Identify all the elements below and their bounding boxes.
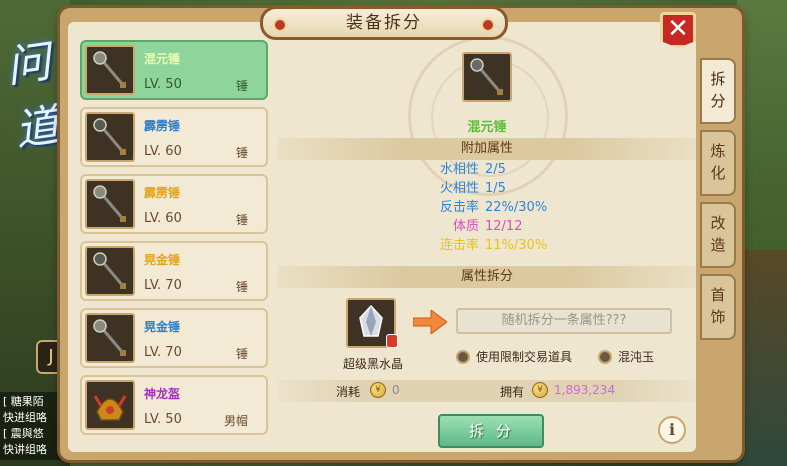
attribute-row: 火相性 1/5 — [278, 179, 696, 198]
cost-label: 消耗 — [336, 385, 361, 399]
hammer-icon — [470, 58, 503, 95]
coin-icon: ¥ — [532, 382, 548, 398]
item-thumbnail — [85, 45, 135, 95]
list-item[interactable]: 混元锤 LV. 50 锤 — [80, 40, 268, 100]
attribute-label: 水相性 — [439, 162, 479, 177]
attr-header: 附加属性 — [278, 138, 696, 160]
chat-line: [ 震與悠 — [3, 427, 44, 440]
side-tabs: 拆分 炼化 改造 首饰 — [700, 58, 738, 346]
attribute-row: 反击率 22%/30% — [278, 198, 696, 217]
game-characters — [737, 250, 787, 466]
item-kind: 锤 — [235, 280, 248, 294]
tab-2[interactable]: 改造 — [700, 202, 736, 268]
own-value: 1,893,234 — [554, 383, 616, 397]
item-thumbnail — [85, 179, 135, 229]
close-button[interactable]: ✕ — [660, 12, 696, 48]
coin-icon: ¥ — [370, 382, 386, 398]
attribute-value: 11%/30% — [485, 238, 548, 253]
material-name: 超级黑水晶 — [342, 357, 403, 371]
helmet-icon — [93, 395, 127, 421]
radio-icon — [598, 349, 612, 364]
attribute-value: 22%/30% — [485, 200, 548, 215]
attribute-list: 水相性 2/5 火相性 1/5 反击率 22%/30% 体质 12/12 连击率 11%/30% — [278, 160, 696, 255]
equip-thumbnail — [462, 52, 512, 102]
radio-icon — [456, 349, 470, 364]
weapon-icon — [93, 51, 126, 88]
bind-lock-icon — [386, 334, 398, 348]
weapon-icon — [93, 118, 126, 155]
tab-label: 首饰 — [710, 286, 726, 326]
chat-line: [ 糖果陌 — [3, 395, 44, 408]
item-level: LV. 70 — [144, 278, 182, 293]
weapon-icon — [93, 185, 126, 222]
item-name: 神龙盔 — [144, 387, 181, 401]
weapon-icon — [93, 252, 126, 289]
split-header: 属性拆分 — [278, 266, 696, 288]
item-level: LV. 50 — [144, 412, 182, 427]
attribute-label: 连击率 — [439, 238, 479, 253]
tab-1[interactable]: 炼化 — [700, 130, 736, 196]
item-level: LV. 70 — [144, 345, 182, 360]
item-kind: 锤 — [235, 146, 248, 160]
own-label: 拥有 — [500, 385, 525, 399]
info-button[interactable]: i — [658, 416, 686, 444]
weapon-icon — [93, 319, 126, 356]
attribute-value: 1/5 — [485, 181, 506, 196]
chat-line: 快讲组咯 — [3, 443, 47, 456]
attribute-row: 体质 12/12 — [278, 217, 696, 236]
item-name: 晃金锤 — [144, 320, 181, 334]
tab-3[interactable]: 首饰 — [700, 274, 736, 340]
list-item[interactable]: 晃金锤 LV. 70 锤 — [80, 241, 268, 301]
tab-label: 拆分 — [710, 70, 726, 110]
attribute-label: 反击率 — [439, 200, 479, 215]
option-trade-items[interactable]: 使用限制交易道具 — [456, 348, 572, 365]
list-item[interactable]: 晃金锤 LV. 70 锤 — [80, 308, 268, 368]
attribute-row: 水相性 2/5 — [278, 160, 696, 179]
equip-name: 混元锤 — [467, 120, 507, 135]
option-trade-label: 使用限制交易道具 — [476, 350, 573, 364]
item-kind: 男帽 — [223, 414, 248, 428]
list-item[interactable]: 霹雳锤 LV. 60 锤 — [80, 107, 268, 167]
equipment-list[interactable]: 混元锤 LV. 50 锤霹雳锤 LV. 60 锤霹雳锤 LV. 60 锤晃金锤 LV. 70 锤… — [80, 40, 270, 450]
arrow-right-icon — [413, 310, 447, 334]
attribute-value: 12/12 — [485, 219, 523, 234]
item-name: 霹雳锤 — [144, 119, 181, 133]
attribute-label: 火相性 — [439, 181, 479, 196]
item-kind: 锤 — [235, 79, 248, 93]
list-item[interactable]: 神龙盔 LV. 50 男帽 — [80, 375, 268, 435]
option-jade-label: 混沌玉 — [618, 350, 655, 364]
cost-bar: 消耗 ¥ 0 拥有 ¥ 1,893,234 — [278, 380, 696, 402]
material-slot[interactable] — [346, 298, 398, 348]
item-kind: 锤 — [235, 347, 248, 361]
equip-split-window: 装备拆分 ✕ 混元锤 LV. 50 锤霹雳锤 LV. 60 锤霹雳锤 LV. 60 锤晃金锤… — [60, 6, 742, 460]
item-thumbnail — [85, 112, 135, 162]
item-level: LV. 60 — [144, 211, 182, 226]
item-name: 混元锤 — [144, 52, 181, 66]
item-thumbnail — [85, 313, 135, 363]
detail-panel: 混元锤 附加属性 水相性 2/5 火相性 1/5 反击率 22%/30% 体质 12/12 连击… — [278, 36, 696, 456]
split-button[interactable]: 拆分 — [438, 414, 544, 448]
item-kind: 锤 — [235, 213, 248, 227]
tab-label: 炼化 — [710, 142, 726, 182]
item-name: 晃金锤 — [144, 253, 181, 267]
item-thumbnail — [85, 246, 135, 296]
cost-value: 0 — [392, 383, 400, 397]
item-level: LV. 50 — [144, 77, 182, 92]
random-attr-field: 随机拆分一条属性??? — [456, 308, 672, 334]
attribute-value: 2/5 — [485, 162, 506, 177]
tab-label: 改造 — [710, 214, 726, 254]
option-chaos-jade[interactable]: 混沌玉 — [598, 348, 654, 365]
window-title: 装备拆分 — [260, 6, 508, 40]
item-name: 霹雳锤 — [144, 186, 181, 200]
chat-line: 快进组咯 — [3, 411, 47, 424]
item-level: LV. 60 — [144, 144, 182, 159]
tab-0[interactable]: 拆分 — [700, 58, 736, 124]
attribute-label: 体质 — [452, 219, 479, 234]
item-thumbnail — [85, 380, 135, 430]
attribute-row: 连击率 11%/30% — [278, 236, 696, 255]
list-item[interactable]: 霹雳锤 LV. 60 锤 — [80, 174, 268, 234]
